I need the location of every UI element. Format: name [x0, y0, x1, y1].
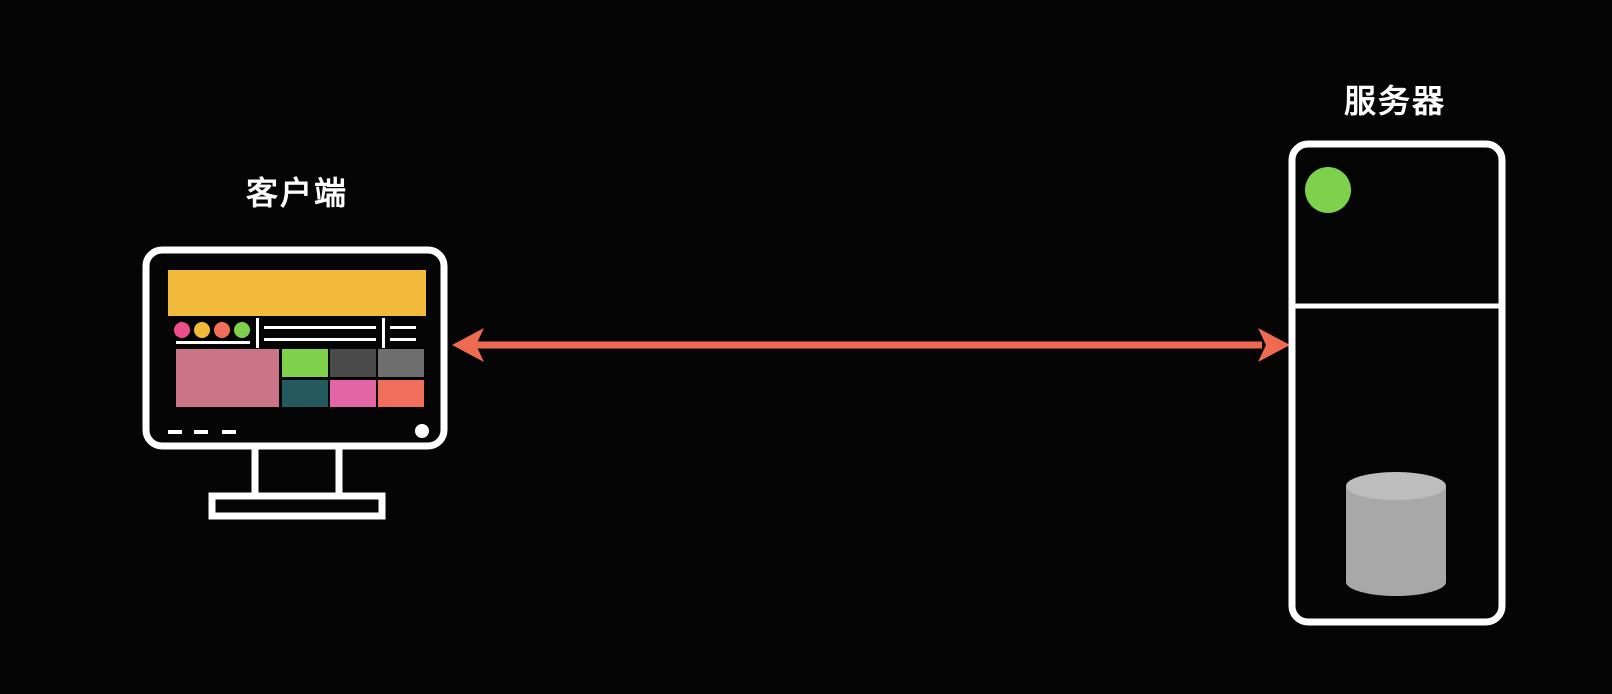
- toolbar-line: [264, 338, 376, 341]
- bezel-dash: [194, 430, 208, 434]
- power-button-icon: [415, 424, 429, 438]
- monitor-stand-neck: [251, 442, 343, 500]
- screen-header-bar: [168, 270, 426, 316]
- toolbar-separator-1: [256, 318, 259, 348]
- tile-gray: [378, 349, 424, 377]
- tile-magenta: [330, 380, 376, 407]
- toolbar-dot-green: [234, 322, 250, 338]
- client-label: 客户端: [246, 174, 349, 212]
- toolbar-dot-orange: [214, 322, 230, 338]
- database-top: [1346, 472, 1446, 500]
- server-label: 服务器: [1344, 82, 1447, 120]
- client-monitor-icon: [142, 246, 448, 520]
- tile-teal: [282, 380, 328, 407]
- toolbar-dot-yellow: [194, 322, 210, 338]
- database-body: [1346, 486, 1446, 582]
- toolbar-line: [176, 341, 250, 344]
- toolbar-line: [390, 338, 416, 341]
- database-cylinder-icon: [1346, 472, 1446, 596]
- diagram-canvas: 客户端 服务器: [0, 0, 1612, 694]
- server-status-light-icon: [1305, 167, 1351, 213]
- database-bottom: [1346, 568, 1446, 596]
- arrow-head-right: [1258, 328, 1290, 362]
- bidirectional-arrow: [452, 328, 1290, 362]
- tile-green: [282, 349, 328, 377]
- monitor-stand-base: [208, 492, 386, 520]
- bezel-dash: [168, 430, 182, 434]
- tile-dark-gray: [330, 349, 376, 377]
- bezel-dash: [222, 430, 236, 434]
- tile-coral: [378, 380, 424, 407]
- toolbar-dot-pink: [174, 322, 190, 338]
- toolbar-line: [390, 326, 416, 329]
- tile-large-pink: [176, 349, 279, 407]
- toolbar-line: [264, 326, 376, 329]
- server-rack-icon: [1288, 140, 1506, 626]
- toolbar-separator-2: [382, 318, 385, 348]
